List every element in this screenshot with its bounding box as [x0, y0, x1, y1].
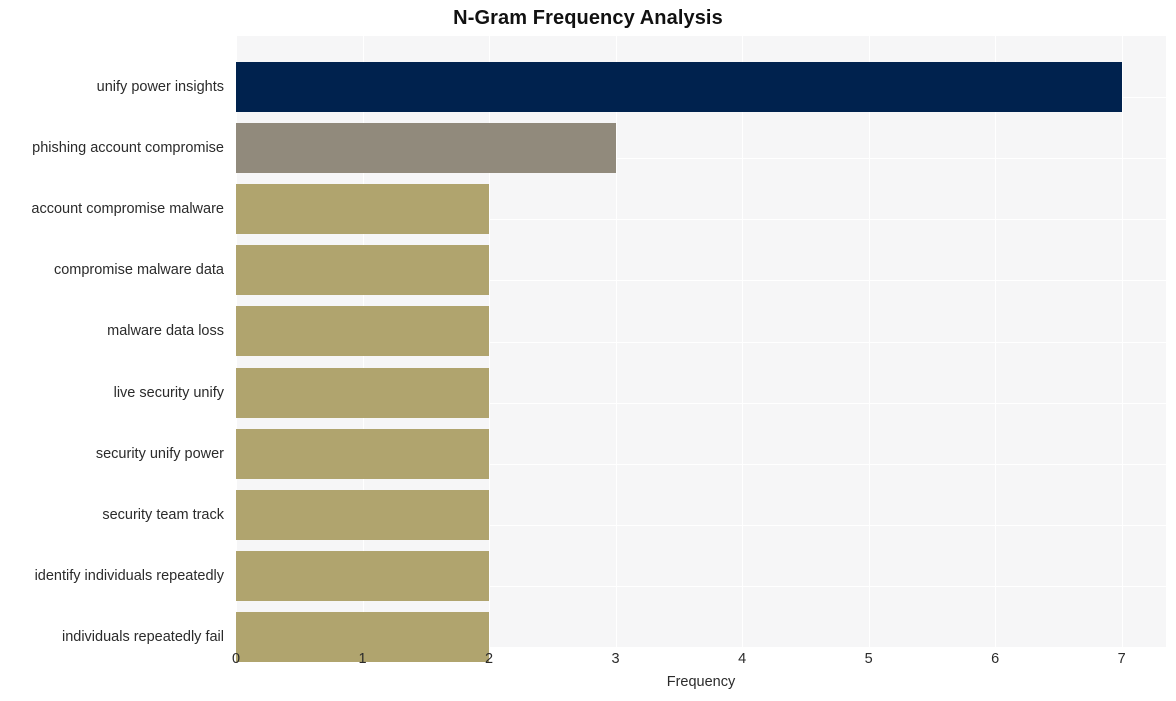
- y-axis-label: security team track: [102, 507, 224, 523]
- x-tick-label: 7: [1117, 651, 1126, 667]
- x-axis-tick-labels: 0 1 2 3 4 5 6 7: [0, 651, 1176, 673]
- x-tick-label: 0: [231, 651, 241, 667]
- x-tick-label: 3: [611, 651, 620, 667]
- x-tick-label: 4: [738, 651, 747, 667]
- chart-title: N-Gram Frequency Analysis: [453, 7, 723, 29]
- x-axis-title: Frequency: [666, 674, 736, 690]
- y-axis-category-labels: unify power insights phishing account com…: [0, 36, 230, 647]
- x-tick-label: 5: [864, 651, 873, 667]
- y-axis-label: security unify power: [95, 446, 224, 462]
- x-tick-label: 2: [485, 651, 494, 667]
- bar[interactable]: [236, 551, 490, 601]
- x-tick-label: 6: [991, 651, 1000, 667]
- y-axis-label: phishing account compromise: [32, 140, 224, 156]
- y-axis-label: account compromise malware: [31, 201, 224, 217]
- x-tick-label: 1: [358, 651, 367, 667]
- bar[interactable]: [236, 245, 490, 295]
- y-axis-label: individuals repeatedly fail: [61, 629, 224, 645]
- bar[interactable]: [236, 306, 490, 356]
- bar[interactable]: [236, 490, 490, 540]
- bar[interactable]: [236, 368, 490, 418]
- plot-area: [236, 36, 1166, 662]
- y-axis-label: compromise malware data: [53, 262, 224, 278]
- bar[interactable]: [236, 62, 1122, 112]
- y-axis-label: unify power insights: [96, 79, 224, 95]
- y-axis-label: identify individuals repeatedly: [34, 568, 224, 584]
- bar[interactable]: [236, 429, 490, 479]
- chart-figure: N-Gram Frequency Analysis unify power in…: [0, 0, 1176, 701]
- bar[interactable]: [236, 184, 490, 234]
- y-axis-label: malware data loss: [107, 323, 224, 339]
- bar[interactable]: [236, 123, 616, 173]
- y-axis-label: live security unify: [113, 385, 224, 401]
